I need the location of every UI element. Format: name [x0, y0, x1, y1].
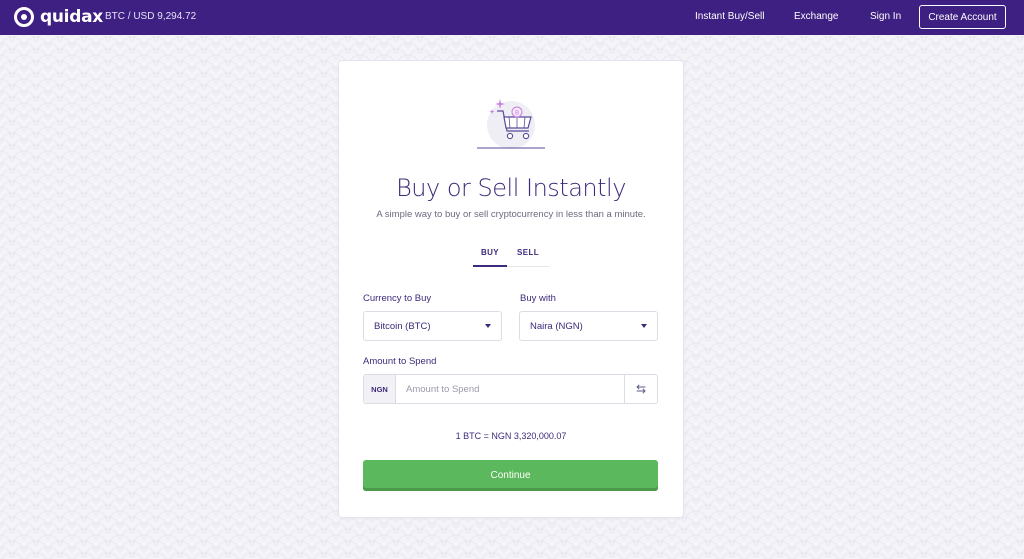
continue-button[interactable]: Continue [363, 460, 658, 491]
page-title: Buy or Sell Instantly [396, 174, 626, 202]
tab-sell[interactable]: SELL [507, 247, 549, 267]
currency-to-buy-select[interactable]: Bitcoin (BTC) [363, 311, 502, 341]
create-account-button[interactable]: Create Account [919, 5, 1006, 29]
quidax-logo-icon [14, 7, 34, 27]
brand[interactable]: quidax [14, 7, 103, 27]
currency-to-buy-value: Bitcoin (BTC) [374, 320, 431, 332]
buy-sell-tabs: BUY SELL [473, 247, 549, 267]
top-navbar: quidax BTC / USD 9,294.72 Instant Buy/Se… [0, 0, 1024, 35]
chevron-down-icon [641, 324, 647, 328]
currency-to-buy-label: Currency to Buy [363, 293, 432, 304]
chevron-down-icon [485, 324, 491, 328]
amount-to-spend-label: Amount to Spend [363, 356, 437, 367]
instant-buy-card: B Buy or Sell Instantly A simple way to … [339, 61, 683, 517]
shopping-cart-bitcoin-icon: B [477, 99, 545, 149]
swap-arrows-icon[interactable]: ⇆ [624, 375, 657, 403]
brand-name: quidax [40, 7, 103, 27]
page-subtitle: A simple way to buy or sell cryptocurren… [376, 209, 646, 220]
tab-buy[interactable]: BUY [473, 247, 507, 267]
buy-with-select[interactable]: Naira (NGN) [519, 311, 658, 341]
amount-input-group: NGN ⇆ [363, 374, 658, 404]
nav-exchange[interactable]: Exchange [794, 11, 838, 22]
price-ticker: BTC / USD 9,294.72 [105, 11, 197, 22]
svg-text:B: B [515, 110, 519, 117]
nav-instant-buy-sell[interactable]: Instant Buy/Sell [695, 11, 764, 22]
exchange-rate: 1 BTC = NGN 3,320,000.07 [455, 431, 567, 441]
currency-prefix: NGN [364, 375, 396, 403]
buy-with-label: Buy with [520, 293, 556, 304]
nav-sign-in[interactable]: Sign In [870, 11, 901, 22]
buy-with-value: Naira (NGN) [530, 320, 583, 332]
amount-input[interactable] [396, 375, 624, 403]
